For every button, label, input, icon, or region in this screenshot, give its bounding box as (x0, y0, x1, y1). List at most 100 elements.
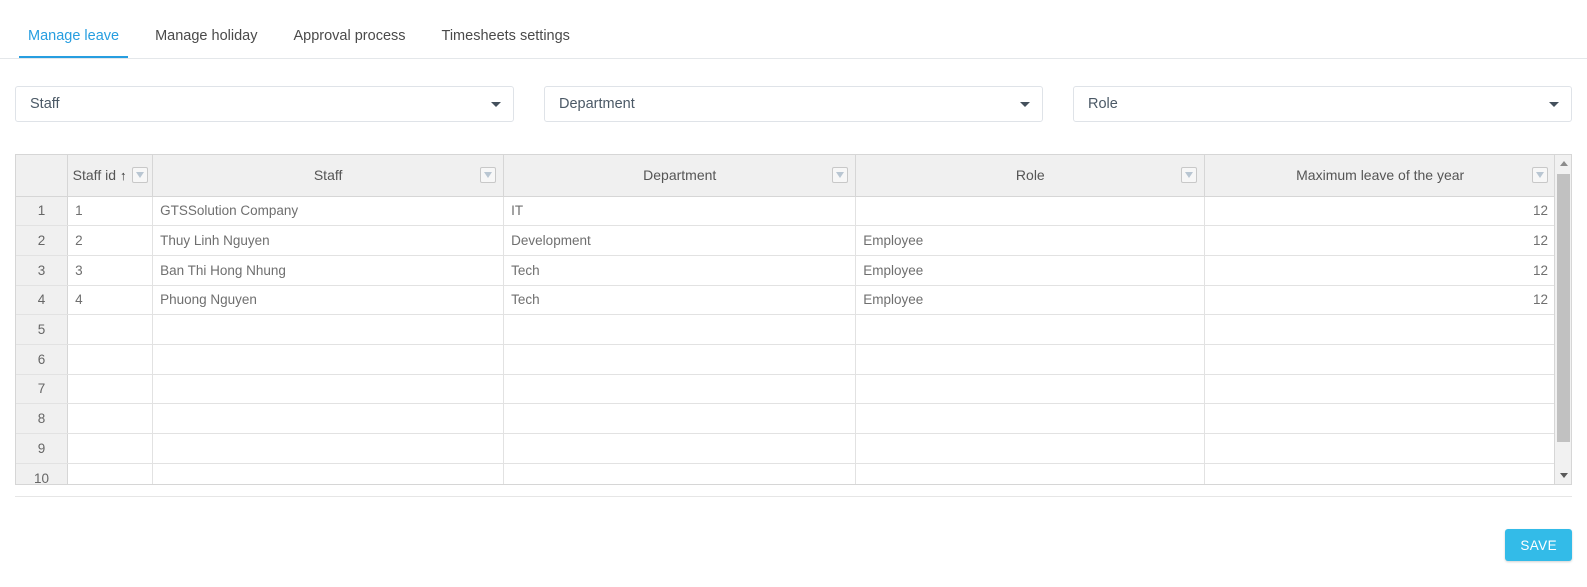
cell-department[interactable] (503, 314, 857, 345)
cell-max-leave[interactable] (1204, 344, 1554, 375)
cell-role[interactable]: Employee (855, 255, 1206, 286)
table-row[interactable]: 9 (16, 433, 1554, 464)
table-row[interactable]: 1 1 GTSSolution Company IT 12 (16, 196, 1554, 227)
column-header-role[interactable]: Role (855, 155, 1206, 197)
cell-staff-id[interactable] (67, 374, 154, 405)
table-row[interactable]: 5 (16, 314, 1554, 345)
table-header: Staff id ↑ Staff Department Role Maximum… (16, 155, 1554, 197)
cell-max-leave[interactable] (1204, 314, 1554, 345)
row-number: 10 (16, 463, 69, 484)
scroll-down-button[interactable] (1555, 467, 1571, 484)
row-number: 6 (16, 344, 69, 375)
cell-role[interactable] (855, 314, 1206, 345)
chevron-down-icon (1020, 102, 1030, 107)
cell-max-leave[interactable] (1204, 403, 1554, 434)
filter-icon[interactable] (832, 167, 849, 184)
cell-staff-id[interactable]: 1 (67, 196, 154, 227)
chevron-down-icon (491, 102, 501, 107)
row-number: 4 (16, 285, 69, 316)
tab-manage-holiday[interactable]: Manage holiday (146, 14, 266, 58)
row-number: 8 (16, 403, 69, 434)
column-header-label: Maximum leave of the year (1296, 167, 1465, 184)
scrollbar-thumb[interactable] (1557, 174, 1570, 442)
cell-staff[interactable]: Phuong Nguyen (152, 285, 505, 316)
cell-staff-id[interactable] (67, 463, 154, 484)
cell-max-leave[interactable]: 12 (1204, 196, 1554, 227)
grid-vertical-scrollbar[interactable] (1554, 155, 1571, 484)
table-row[interactable]: 10 (16, 463, 1554, 484)
cell-staff-id[interactable]: 2 (67, 225, 154, 256)
staff-filter-select[interactable]: Staff (15, 86, 514, 122)
cell-max-leave[interactable]: 12 (1204, 255, 1554, 286)
cell-department[interactable] (503, 433, 857, 464)
cell-role[interactable]: Employee (855, 285, 1206, 316)
filter-icon[interactable] (131, 167, 148, 184)
cell-department[interactable] (503, 463, 857, 484)
header-row: Staff id ↑ Staff Department Role Maximum… (16, 155, 1554, 197)
cell-department[interactable]: IT (503, 196, 857, 227)
cell-department[interactable] (503, 344, 857, 375)
cell-staff[interactable]: Ban Thi Hong Nhung (152, 255, 505, 286)
cell-max-leave[interactable]: 12 (1204, 225, 1554, 256)
cell-staff[interactable] (152, 314, 505, 345)
cell-staff-id[interactable] (67, 403, 154, 434)
manage-leave-page: Manage leave Manage holiday Approval pro… (0, 0, 1587, 587)
filter-icon[interactable] (480, 167, 497, 184)
table-row[interactable]: 8 (16, 403, 1554, 434)
column-header-max-leave[interactable]: Maximum leave of the year (1204, 155, 1554, 197)
tab-manage-leave[interactable]: Manage leave (19, 14, 129, 58)
cell-department[interactable]: Tech (503, 285, 857, 316)
department-filter-value: Department (559, 96, 635, 112)
cell-staff[interactable] (152, 374, 505, 405)
cell-department[interactable] (503, 403, 857, 434)
role-filter-select[interactable]: Role (1073, 86, 1572, 122)
cell-department[interactable]: Development (503, 225, 857, 256)
table-row[interactable]: 2 2 Thuy Linh Nguyen Development Employe… (16, 225, 1554, 256)
tab-label: Manage holiday (155, 28, 258, 44)
table-row[interactable]: 4 4 Phuong Nguyen Tech Employee 12 (16, 285, 1554, 316)
cell-role[interactable] (855, 374, 1206, 405)
column-header-rownum (16, 155, 69, 197)
cell-staff[interactable] (152, 403, 505, 434)
cell-max-leave[interactable]: 12 (1204, 285, 1554, 316)
save-button[interactable]: SAVE (1505, 529, 1572, 561)
cell-max-leave[interactable] (1204, 433, 1554, 464)
cell-staff[interactable] (152, 344, 505, 375)
caret-down-icon (1559, 473, 1568, 478)
filter-icon[interactable] (1532, 167, 1548, 184)
cell-staff[interactable]: Thuy Linh Nguyen (152, 225, 505, 256)
cell-role[interactable] (855, 463, 1206, 484)
tab-timesheets-settings[interactable]: Timesheets settings (433, 14, 579, 58)
table-row[interactable]: 7 (16, 374, 1554, 405)
cell-role[interactable] (855, 196, 1206, 227)
cell-staff-id[interactable]: 3 (67, 255, 154, 286)
column-header-department[interactable]: Department (503, 155, 857, 197)
column-header-staff-id[interactable]: Staff id ↑ (67, 155, 154, 197)
cell-role[interactable]: Employee (855, 225, 1206, 256)
cell-role[interactable] (855, 403, 1206, 434)
tab-approval-process[interactable]: Approval process (284, 14, 414, 58)
cell-staff-id[interactable] (67, 314, 154, 345)
cell-role[interactable] (855, 344, 1206, 375)
cell-staff[interactable] (152, 463, 505, 484)
cell-max-leave[interactable] (1204, 374, 1554, 405)
footer-divider (15, 496, 1572, 497)
cell-department[interactable]: Tech (503, 255, 857, 286)
table-row[interactable]: 6 (16, 344, 1554, 375)
cell-staff-id[interactable]: 4 (67, 285, 154, 316)
cell-max-leave[interactable] (1204, 463, 1554, 484)
cell-staff[interactable]: GTSSolution Company (152, 196, 505, 227)
filter-icon[interactable] (1181, 167, 1198, 184)
row-number: 5 (16, 314, 69, 345)
cell-role[interactable] (855, 433, 1206, 464)
cell-staff-id[interactable] (67, 433, 154, 464)
grid-viewport: Staff id ↑ Staff Department Role Maximum… (16, 155, 1554, 484)
table-row[interactable]: 3 3 Ban Thi Hong Nhung Tech Employee 12 (16, 255, 1554, 286)
column-header-staff[interactable]: Staff (152, 155, 505, 197)
scroll-up-button[interactable] (1555, 155, 1571, 172)
cell-staff-id[interactable] (67, 344, 154, 375)
cell-staff[interactable] (152, 433, 505, 464)
cell-department[interactable] (503, 374, 857, 405)
staff-leave-table: Staff id ↑ Staff Department Role Maximum… (16, 155, 1554, 484)
department-filter-select[interactable]: Department (544, 86, 1043, 122)
